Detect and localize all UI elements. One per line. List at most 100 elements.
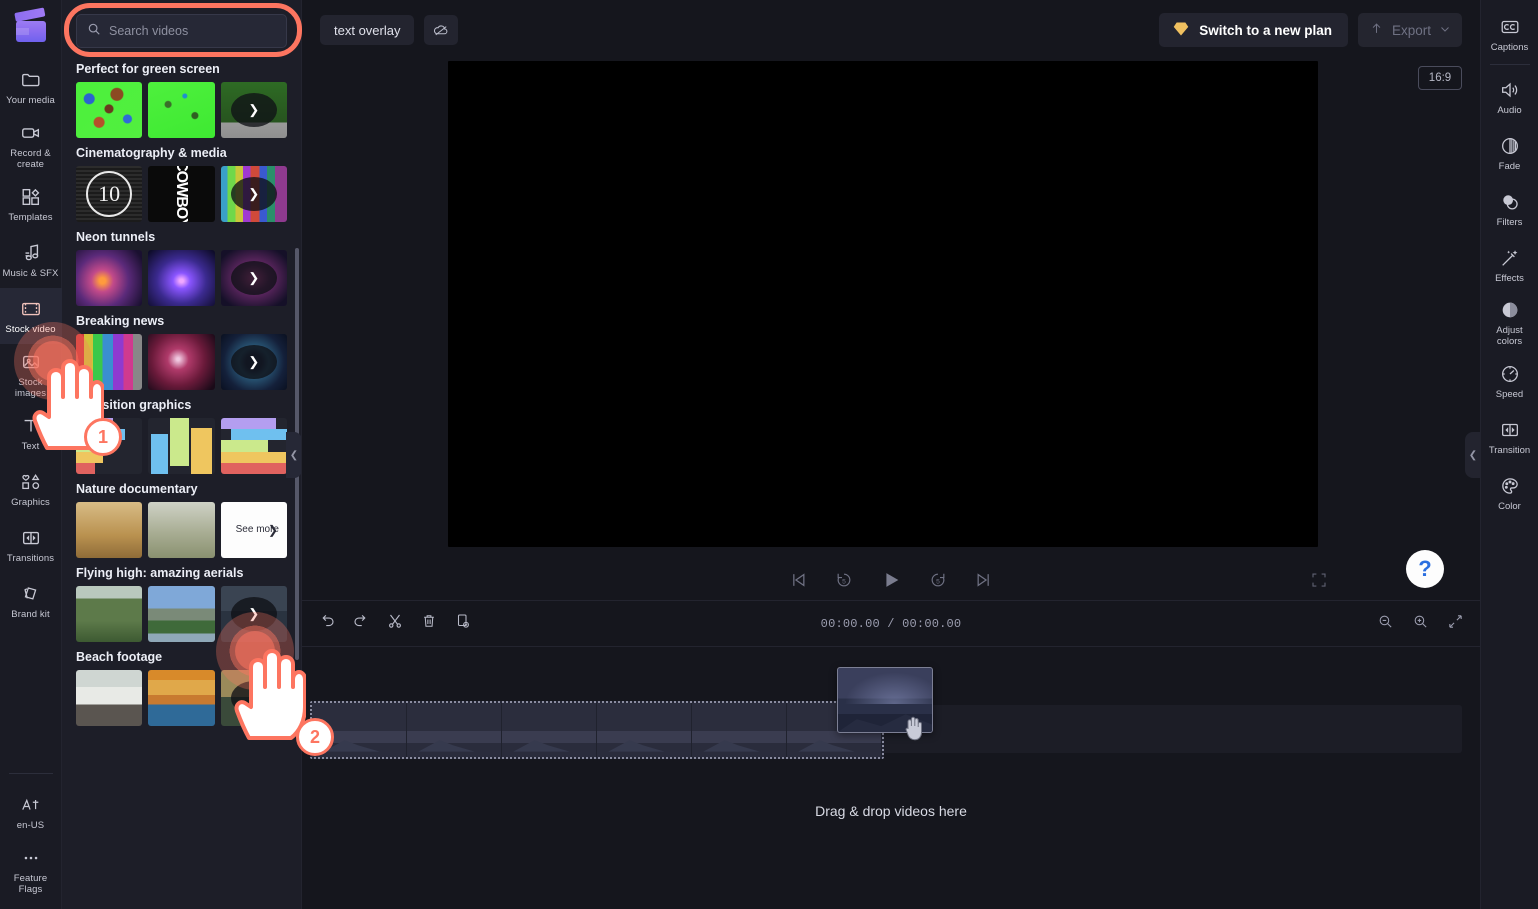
category-title: Perfect for green screen xyxy=(76,62,220,76)
chevron-right-icon: ❯ xyxy=(248,690,260,705)
redo-icon[interactable] xyxy=(352,612,370,635)
text-icon xyxy=(20,415,42,437)
transitions-icon xyxy=(20,527,42,549)
skip-to-end-icon[interactable] xyxy=(974,570,994,590)
stock-video-thumbnail[interactable] xyxy=(148,250,215,306)
music-note-icon xyxy=(20,242,42,264)
sidebar-item-your-media[interactable]: Your media xyxy=(0,59,62,115)
search-input[interactable] xyxy=(109,24,276,38)
category-section: Cinematography & media ❯ xyxy=(76,146,287,222)
video-canvas[interactable] xyxy=(448,61,1318,547)
timeline[interactable]: Drag & drop videos here xyxy=(302,647,1480,909)
sidebar-item-brand-kit[interactable]: Brand kit xyxy=(0,573,62,629)
see-more-chevron-overlay[interactable]: ❯ xyxy=(230,177,277,211)
sidebar-item-templates[interactable]: Templates xyxy=(0,176,62,232)
panel-item-transition[interactable]: Transition xyxy=(1481,409,1538,465)
aspect-ratio-badge[interactable]: 16:9 xyxy=(1418,66,1462,90)
stock-video-thumbnail[interactable]: ❯ xyxy=(220,670,287,726)
sidebar-item-label: Transitions xyxy=(6,553,55,564)
stock-video-thumbnail[interactable] xyxy=(148,418,215,474)
stock-video-thumbnail[interactable] xyxy=(76,250,143,306)
see-more-chevron-overlay[interactable]: ❯ xyxy=(230,345,277,379)
stock-video-thumbnail[interactable] xyxy=(148,82,215,138)
zoom-in-icon[interactable] xyxy=(1412,613,1429,635)
see-more-chevron-overlay[interactable]: ❯ xyxy=(230,93,277,127)
right-panel-collapse-button[interactable]: ❮ xyxy=(1465,432,1481,478)
stock-video-thumbnail[interactable] xyxy=(76,82,143,138)
undo-icon[interactable] xyxy=(318,612,336,635)
panel-item-fade[interactable]: Fade xyxy=(1481,125,1538,181)
stock-video-thumbnail[interactable] xyxy=(76,502,143,558)
stock-video-thumbnail[interactable]: ❯ xyxy=(220,334,287,390)
playback-controls: 5 5 xyxy=(302,560,1480,600)
delete-icon[interactable] xyxy=(420,612,438,635)
stock-video-thumbnail[interactable] xyxy=(148,166,215,222)
stock-video-panel: Perfect for green screen❯Cinematography … xyxy=(62,0,302,909)
panel-item-adjust-colors[interactable]: Adjust colors xyxy=(1481,293,1538,353)
sidebar-item-language[interactable]: en-US xyxy=(0,784,62,840)
stock-video-thumbnail[interactable] xyxy=(148,586,215,642)
sidebar-item-music-sfx[interactable]: Music & SFX xyxy=(0,232,62,288)
stock-video-thumbnail[interactable] xyxy=(76,586,143,642)
see-more-chevron-overlay[interactable]: ❯ xyxy=(230,597,277,631)
sidebar-item-record-create[interactable]: Record & create xyxy=(0,115,62,176)
panel-item-captions[interactable]: Captions xyxy=(1481,6,1538,62)
stock-video-thumbnail[interactable] xyxy=(148,334,215,390)
stock-video-thumbnail[interactable] xyxy=(76,334,143,390)
search-box[interactable] xyxy=(76,14,287,48)
stock-video-thumbnail[interactable] xyxy=(220,418,287,474)
speaker-icon xyxy=(1499,79,1521,101)
rewind-5-icon[interactable]: 5 xyxy=(834,570,854,590)
sidebar-item-label: Stock video xyxy=(5,324,56,335)
skip-to-start-icon[interactable] xyxy=(788,570,808,590)
sidebar-item-text[interactable]: Text xyxy=(0,405,62,461)
cloud-offline-icon[interactable] xyxy=(424,15,459,45)
sidebar-item-transitions[interactable]: Transitions xyxy=(0,517,62,573)
category-list[interactable]: Perfect for green screen ❯ Cinematography … xyxy=(62,56,301,909)
sidebar-item-stock-images[interactable]: Stock images xyxy=(0,344,62,405)
category-title: Flying high: amazing aerials xyxy=(76,566,244,580)
sidebar-item-label: Graphics xyxy=(11,497,50,508)
help-button[interactable]: ? xyxy=(1406,550,1444,588)
category-section: Breaking news ❯ xyxy=(76,314,287,390)
thumbnail-row xyxy=(76,418,287,474)
fullscreen-icon[interactable] xyxy=(1310,560,1328,600)
zoom-out-icon[interactable] xyxy=(1377,613,1394,635)
closed-captions-icon xyxy=(1499,16,1521,38)
see-more-chevron-overlay[interactable]: ❯ xyxy=(230,681,277,715)
panel-item-color[interactable]: Color xyxy=(1481,465,1538,521)
stock-video-thumbnail[interactable]: ❯ xyxy=(220,166,287,222)
stock-video-thumbnail[interactable] xyxy=(148,502,215,558)
export-button[interactable]: Export xyxy=(1357,13,1462,47)
panel-item-label: Color xyxy=(1498,500,1521,512)
forward-5-icon[interactable]: 5 xyxy=(928,570,948,590)
panel-item-audio[interactable]: Audio xyxy=(1481,69,1538,125)
fit-to-screen-icon[interactable] xyxy=(1447,613,1464,635)
panel-collapse-button[interactable]: ❮ xyxy=(286,432,301,478)
project-title-chip[interactable]: text overlay xyxy=(320,15,415,45)
stock-video-thumbnail[interactable]: ❯ xyxy=(220,586,287,642)
stock-video-thumbnail[interactable] xyxy=(148,670,215,726)
switch-plan-button[interactable]: Switch to a new plan xyxy=(1159,13,1348,47)
drop-hint-text: Drag & drop videos here xyxy=(815,803,967,819)
folder-icon xyxy=(20,69,42,91)
sidebar-item-stock-video[interactable]: Stock video xyxy=(0,288,62,344)
stock-video-thumbnail[interactable] xyxy=(76,670,143,726)
see-more-chevron-overlay[interactable]: ❯ xyxy=(230,261,277,295)
stock-video-thumbnail[interactable] xyxy=(76,418,143,474)
split-icon[interactable] xyxy=(386,612,404,635)
stock-video-thumbnail[interactable]: ❯ xyxy=(220,82,287,138)
panel-item-effects[interactable]: Effects xyxy=(1481,237,1538,293)
duplicate-icon[interactable] xyxy=(454,612,472,635)
sidebar-item-graphics[interactable]: Graphics xyxy=(0,461,62,517)
play-button[interactable] xyxy=(880,569,902,591)
stock-video-thumbnail[interactable]: ❯ xyxy=(220,250,287,306)
see-more-button[interactable]: See more ❯ xyxy=(220,502,287,558)
right-sidebar: Captions Audio Fade Filters Effects Adju… xyxy=(1465,0,1538,909)
panel-item-speed[interactable]: Speed xyxy=(1481,353,1538,409)
sidebar-item-feature-flags[interactable]: Feature Flags xyxy=(0,840,62,901)
panel-item-filters[interactable]: Filters xyxy=(1481,181,1538,237)
category-section: Transition graphics xyxy=(76,398,287,474)
clipchamp-logo[interactable] xyxy=(13,7,48,45)
stock-video-thumbnail[interactable] xyxy=(76,166,143,222)
